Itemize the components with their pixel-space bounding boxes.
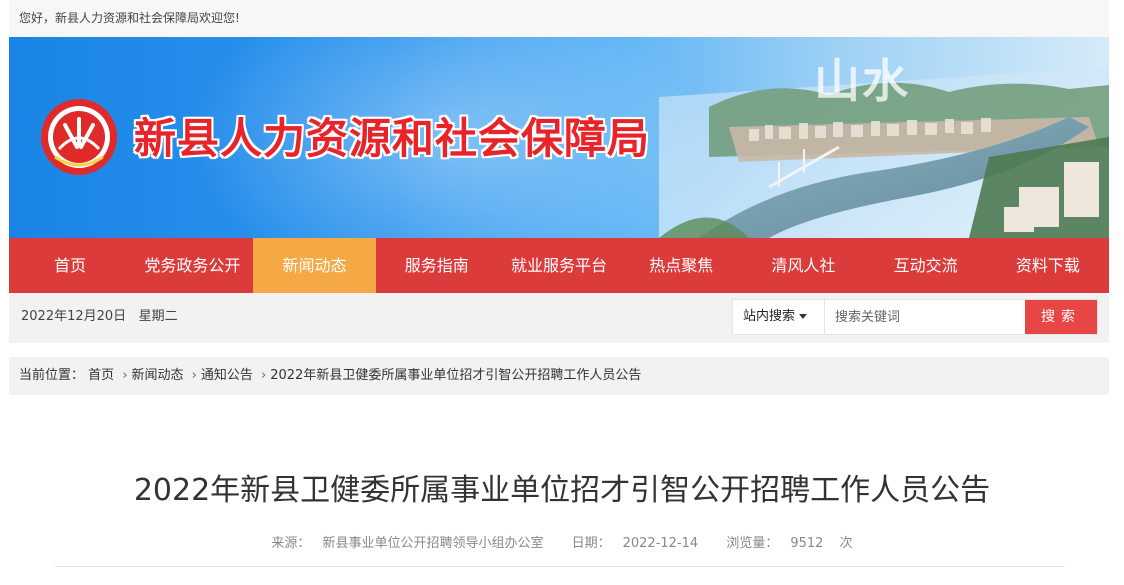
- views-label: 浏览量：: [726, 536, 779, 551]
- search-button[interactable]: 搜索: [1025, 300, 1097, 334]
- hrss-emblem-icon: [41, 99, 117, 175]
- chevron-right-icon: ›: [261, 368, 267, 383]
- nav-item[interactable]: 资料下载: [987, 238, 1109, 293]
- views-unit: 次: [839, 536, 853, 551]
- search-input[interactable]: [825, 300, 1025, 334]
- nav-item[interactable]: 新闻动态: [253, 238, 376, 293]
- source-value: 新县事业单位公开招聘领导小组办公室: [322, 536, 544, 551]
- nav-item[interactable]: 热点聚焦: [620, 238, 742, 293]
- article-date: 日期： 2022-12-14: [566, 536, 705, 551]
- breadcrumb-news[interactable]: 新闻动态: [132, 368, 184, 383]
- nav-item[interactable]: 服务指南: [376, 238, 498, 293]
- breadcrumb-home[interactable]: 首页: [88, 368, 114, 383]
- article-source: 来源： 新县事业单位公开招聘领导小组办公室: [265, 536, 549, 551]
- breadcrumb: 当前位置： 首页 › 新闻动态 › 通知公告 › 2022年新县卫健委所属事业单位招才…: [9, 357, 1109, 395]
- caret-down-icon: [799, 314, 808, 319]
- banner-watermark: 山水: [814, 54, 910, 108]
- chevron-right-icon: ›: [122, 368, 128, 383]
- welcome-text: 您好，新县人力资源和社会保障局欢迎您!: [19, 11, 240, 25]
- nav-item[interactable]: 互动交流: [865, 238, 987, 293]
- date-label: 日期：: [571, 536, 611, 551]
- search-scope-dropdown[interactable]: 站内搜索: [733, 300, 825, 334]
- weekday-text: 星期二: [138, 309, 178, 324]
- date-search-bar: 2022年12月20日 星期二 站内搜索 搜索: [9, 293, 1109, 343]
- breadcrumb-prefix: 当前位置：: [19, 368, 85, 383]
- nav-item[interactable]: 清风人社: [742, 238, 864, 293]
- article-meta: 来源： 新县事业单位公开招聘领导小组办公室 日期： 2022-12-14 浏览量： 9…: [0, 532, 1124, 551]
- search-scope-label: 站内搜索: [743, 309, 796, 324]
- site-search: 站内搜索 搜索: [732, 299, 1098, 335]
- source-label: 来源：: [271, 536, 311, 551]
- nav-item[interactable]: 就业服务平台: [498, 238, 620, 293]
- views-value: 9512: [790, 536, 824, 551]
- breadcrumb-notices[interactable]: 通知公告: [201, 368, 253, 383]
- date-text: 2022年12月20日: [21, 309, 127, 324]
- current-date: 2022年12月20日 星期二: [21, 293, 178, 341]
- chevron-right-icon: ›: [191, 368, 197, 383]
- site-title: 新县人力资源和社会保障局: [134, 114, 651, 163]
- divider: [55, 566, 1065, 567]
- site-banner: 山水 新县人力资源和社会保障局: [9, 37, 1109, 238]
- date-value: 2022-12-14: [622, 536, 699, 551]
- breadcrumb-current: 2022年新县卫健委所属事业单位招才引智公开招聘工作人员公告: [270, 368, 642, 383]
- article-title: 2022年新县卫健委所属事业单位招才引智公开招聘工作人员公告: [133, 473, 991, 508]
- welcome-bar: 您好，新县人力资源和社会保障局欢迎您!: [9, 0, 1109, 37]
- article-views: 浏览量： 9512 次: [720, 536, 858, 551]
- main-nav: 首页 党务政务公开 新闻动态 服务指南 就业服务平台 热点聚焦 清风人社 互动交流 资料下载: [9, 238, 1109, 293]
- nav-item[interactable]: 首页: [9, 238, 131, 293]
- nav-item[interactable]: 党务政务公开: [131, 238, 253, 293]
